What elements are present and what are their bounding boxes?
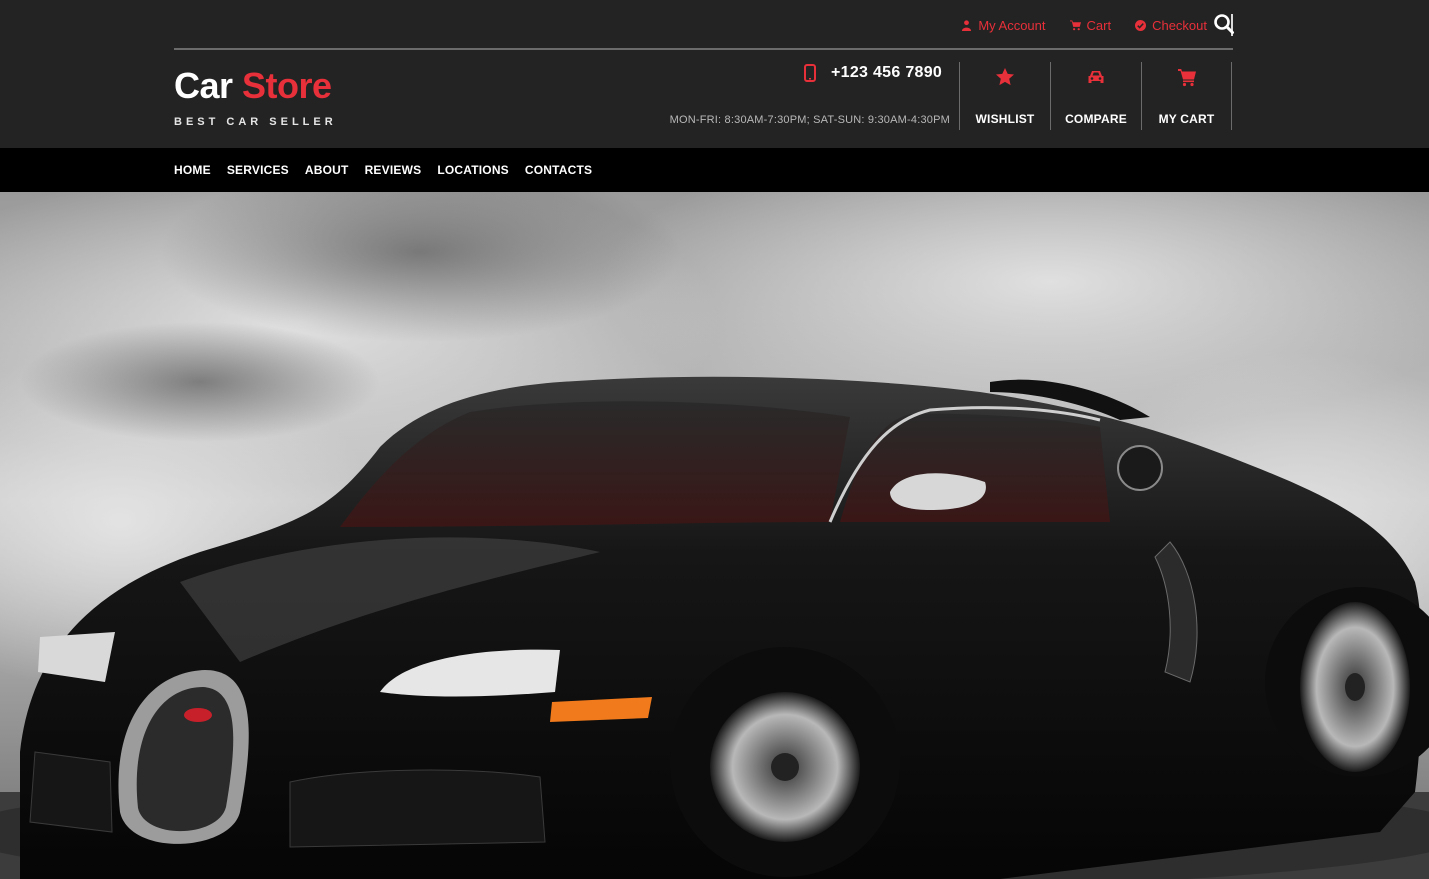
search-button[interactable] — [1213, 13, 1235, 35]
main-navigation: HOME SERVICES ABOUT REVIEWS LOCATIONS CO… — [0, 148, 1429, 192]
site-header: My Account Cart Checkout Car Store BEST … — [0, 0, 1429, 148]
compare-button[interactable]: COMPARE — [1050, 62, 1141, 130]
header-divider — [174, 48, 1233, 50]
user-icon — [962, 19, 972, 31]
wishlist-button[interactable]: WISHLIST — [959, 62, 1050, 130]
search-icon — [1214, 14, 1234, 34]
brand-logo[interactable]: Car Store — [174, 64, 332, 108]
car-icon — [1088, 71, 1104, 83]
nav-about[interactable]: ABOUT — [305, 163, 349, 177]
nav-contacts[interactable]: CONTACTS — [525, 163, 592, 177]
star-icon — [996, 68, 1014, 86]
phone-contact: +123 456 7890 — [804, 64, 942, 82]
top-links: My Account Cart Checkout — [937, 14, 1233, 36]
cart-link[interactable]: Cart — [1069, 18, 1111, 33]
nav-reviews[interactable]: REVIEWS — [365, 163, 422, 177]
nav-services[interactable]: SERVICES — [227, 163, 289, 177]
hero-car-image — [0, 192, 1429, 879]
shopping-cart-icon — [1177, 69, 1196, 87]
checkout-link[interactable]: Checkout — [1135, 18, 1207, 33]
nav-locations[interactable]: LOCATIONS — [437, 163, 509, 177]
check-circle-icon — [1135, 19, 1147, 31]
business-hours: MON-FRI: 8:30AM-7:30PM; SAT-SUN: 9:30AM-… — [669, 114, 950, 126]
hero-banner — [0, 192, 1429, 879]
nav-home[interactable]: HOME — [174, 163, 211, 177]
mobile-phone-icon — [804, 64, 816, 82]
cart-icon — [1069, 19, 1081, 30]
brand-tagline: BEST CAR SELLER — [174, 116, 337, 128]
phone-number[interactable]: +123 456 7890 — [831, 64, 942, 82]
my-cart-button[interactable]: MY CART — [1141, 62, 1232, 130]
my-account-link[interactable]: My Account — [961, 18, 1046, 33]
